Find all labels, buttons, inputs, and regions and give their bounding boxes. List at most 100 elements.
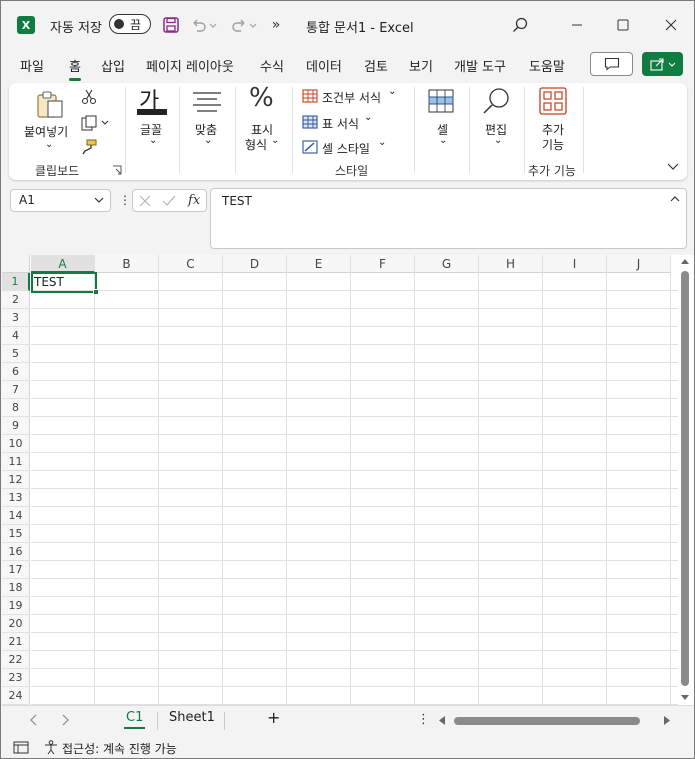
chevron-down-icon[interactable]: ⌄ (204, 135, 212, 146)
chevron-down-icon[interactable]: ⌄ (149, 135, 157, 146)
chevron-down-icon[interactable]: ⌄ (378, 137, 386, 148)
column-header-h[interactable]: H (479, 255, 543, 273)
row-header[interactable]: 7 (2, 381, 30, 399)
conditional-format-label[interactable]: 조건부 서식 (322, 89, 381, 106)
cut-icon[interactable] (81, 89, 97, 108)
tab-review[interactable]: 검토 (364, 56, 388, 75)
tab-data[interactable]: 데이터 (306, 56, 342, 75)
select-all-corner[interactable] (2, 255, 30, 273)
fill-handle[interactable] (93, 289, 99, 295)
more-commands-icon[interactable]: » (269, 14, 283, 36)
row-header[interactable]: 12 (2, 471, 30, 489)
row-header[interactable]: 9 (2, 417, 30, 435)
horizontal-scroll-thumb[interactable] (454, 717, 640, 725)
search-icon[interactable] (481, 87, 511, 118)
conditional-format-icon[interactable] (302, 89, 318, 106)
row-header[interactable]: 10 (2, 435, 30, 453)
save-icon[interactable] (161, 14, 181, 36)
search-icon[interactable] (505, 11, 535, 39)
cell-area[interactable] (31, 273, 691, 705)
column-header-d[interactable]: D (223, 255, 287, 273)
share-button[interactable] (642, 52, 683, 76)
sheet-tab-c1[interactable]: C1 (123, 710, 146, 729)
scroll-up-icon[interactable] (681, 258, 689, 264)
cell-styles-label[interactable]: 셀 스타일 (322, 140, 370, 157)
cancel-icon[interactable] (139, 195, 151, 207)
format-painter-icon[interactable] (81, 139, 97, 158)
chevron-down-icon[interactable]: ⌄ (271, 135, 279, 146)
align-icon[interactable] (192, 91, 222, 116)
row-header[interactable]: 14 (2, 507, 30, 525)
cells-icon[interactable] (428, 89, 454, 116)
collapse-formula-bar-icon[interactable] (670, 195, 680, 203)
row-header[interactable]: 18 (2, 579, 30, 597)
more-options-icon[interactable]: ⋮ (417, 712, 430, 727)
row-header[interactable]: 16 (2, 543, 30, 561)
accessibility-icon[interactable] (44, 740, 60, 755)
addins-icon[interactable] (539, 87, 567, 118)
row-header[interactable]: 8 (2, 399, 30, 417)
undo-icon[interactable] (189, 14, 219, 36)
column-header-g[interactable]: G (415, 255, 479, 273)
more-options-icon[interactable]: ⋮ (119, 193, 131, 207)
vertical-scroll-thumb[interactable] (681, 271, 689, 686)
tab-insert[interactable]: 삽입 (101, 56, 125, 75)
scroll-left-icon[interactable] (439, 716, 445, 725)
accessibility-status[interactable]: 접근성: 계속 진행 가능 (62, 740, 177, 757)
percent-icon[interactable]: % (249, 83, 274, 113)
redo-icon[interactable] (229, 14, 259, 36)
chevron-left-icon[interactable] (29, 714, 37, 726)
cell-styles-icon[interactable] (302, 140, 318, 157)
column-header-b[interactable]: B (95, 255, 159, 273)
tab-formulas[interactable]: 수식 (260, 56, 284, 75)
row-header[interactable]: 15 (2, 525, 30, 543)
chevron-down-icon[interactable]: ⌄ (439, 135, 447, 146)
column-header-j[interactable]: J (607, 255, 671, 273)
paste-icon[interactable] (35, 89, 65, 122)
paste-dropdown-icon[interactable]: ⌄ (45, 139, 53, 150)
row-header[interactable]: 1 (2, 273, 30, 291)
column-header-i[interactable]: I (543, 255, 607, 273)
column-header-c[interactable]: C (159, 255, 223, 273)
vertical-scrollbar[interactable] (678, 255, 694, 705)
scroll-right-icon[interactable] (664, 716, 670, 725)
tab-help[interactable]: 도움말 (529, 56, 565, 75)
formula-input[interactable]: TEST (210, 188, 687, 249)
paste-label[interactable]: 붙여넣기 (24, 123, 68, 140)
close-button[interactable] (656, 11, 686, 39)
collapse-ribbon-icon[interactable] (667, 161, 679, 175)
insert-function-icon[interactable]: fx (188, 193, 200, 208)
row-header[interactable]: 2 (2, 291, 30, 309)
sheet-tab-sheet1[interactable]: Sheet1 (169, 710, 215, 725)
row-header[interactable]: 23 (2, 669, 30, 687)
tab-page-layout[interactable]: 페이지 레이아웃 (146, 56, 234, 75)
comments-button[interactable] (590, 52, 633, 76)
tab-file[interactable]: 파일 (20, 56, 44, 75)
autosave-toggle[interactable]: 끔 (109, 14, 151, 34)
row-header[interactable]: 5 (2, 345, 30, 363)
add-sheet-button[interactable]: + (267, 708, 280, 727)
row-header[interactable]: 11 (2, 453, 30, 471)
name-box[interactable]: A1 (10, 189, 111, 212)
minimize-button[interactable] (562, 11, 592, 39)
row-header[interactable]: 3 (2, 309, 30, 327)
chevron-down-icon[interactable]: ⌄ (364, 112, 372, 123)
chevron-down-icon[interactable]: ⌄ (388, 86, 396, 97)
chevron-down-icon[interactable]: ⌄ (494, 135, 502, 146)
enter-check-icon[interactable] (162, 195, 176, 207)
row-header[interactable]: 4 (2, 327, 30, 345)
chevron-right-icon[interactable] (62, 714, 70, 726)
addins-label-2[interactable]: 기능 (542, 136, 564, 153)
column-header-e[interactable]: E (287, 255, 351, 273)
scroll-down-icon[interactable] (681, 695, 689, 701)
format-as-table-icon[interactable] (302, 115, 318, 132)
tab-home[interactable]: 홈 (69, 56, 81, 81)
dialog-launcher-icon[interactable] (112, 164, 122, 178)
column-header-f[interactable]: F (351, 255, 415, 273)
format-as-table-label[interactable]: 표 서식 (322, 115, 359, 132)
row-header[interactable]: 6 (2, 363, 30, 381)
copy-icon[interactable] (81, 115, 111, 134)
number-format-label-2[interactable]: 형식 (245, 136, 267, 153)
row-header[interactable]: 20 (2, 615, 30, 633)
row-header[interactable]: 17 (2, 561, 30, 579)
